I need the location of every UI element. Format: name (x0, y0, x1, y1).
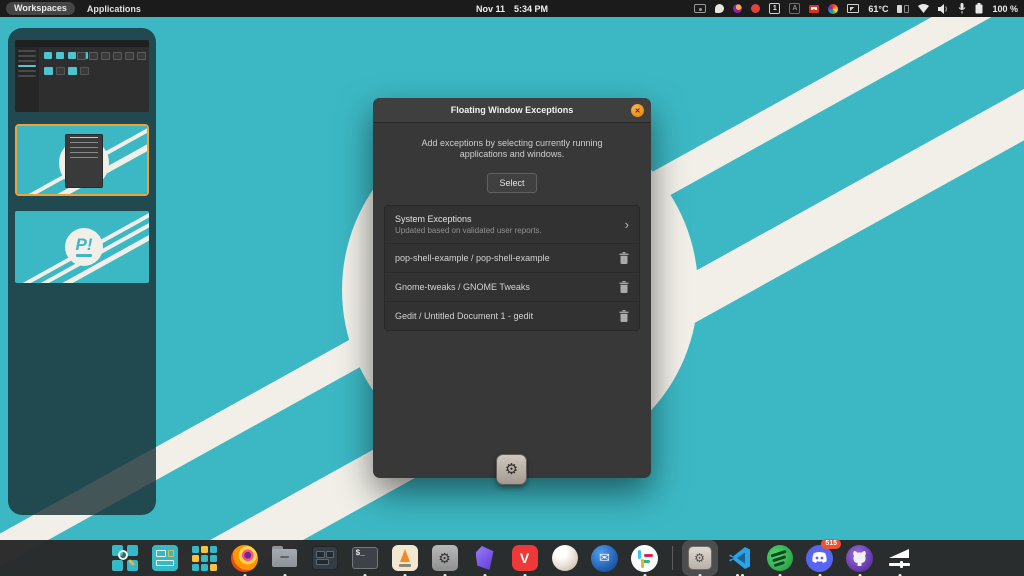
dock-item-settings-active[interactable]: ⚙ (681, 540, 718, 576)
trash-icon[interactable] (619, 281, 629, 293)
battery-label: 100 % (992, 3, 1018, 14)
dock-item-orb-app[interactable] (550, 543, 580, 573)
dock-item-slack[interactable] (630, 543, 660, 576)
files-icon (272, 546, 297, 567)
firefox-icon (231, 544, 258, 572)
dock-item-pop-tiling[interactable] (150, 543, 180, 573)
dock-item-app-grid[interactable] (190, 543, 220, 573)
dock-item-terminal[interactable]: $_ (350, 543, 380, 576)
workspaces-button[interactable]: Workspaces (6, 2, 75, 15)
system-exceptions-row[interactable]: System Exceptions Updated based on valid… (385, 206, 639, 243)
system-exceptions-title: System Exceptions (395, 214, 472, 224)
thunderbird-icon: ✉ (591, 544, 618, 572)
mail-tray-icon[interactable] (809, 4, 820, 13)
exception-label: Gedit / Untitled Document 1 - gedit (395, 311, 534, 321)
discord-icon: 515 (806, 538, 841, 572)
temperature-label: 61°C (868, 3, 889, 14)
floating-window-exceptions-dialog: Floating Window Exceptions ✕ Add excepti… (373, 98, 651, 478)
dock-item-thunderbird[interactable]: ✉ (590, 543, 620, 573)
dock-item-equalizer[interactable] (885, 543, 915, 576)
workspace-thumbnail-3[interactable]: P! (15, 211, 149, 283)
trash-icon[interactable] (619, 252, 629, 264)
dock-item-pop-shop[interactable] (390, 543, 420, 576)
workspace-thumbnail-2-active[interactable] (15, 124, 149, 196)
dialog-titlebar[interactable]: Floating Window Exceptions ✕ (373, 98, 651, 123)
tiling-windows-icon (151, 545, 178, 571)
dialog-title: Floating Window Exceptions (450, 105, 574, 115)
tray-app-icon[interactable] (733, 4, 743, 13)
battery-icon[interactable] (975, 3, 983, 14)
tiling-indicator-icon[interactable] (897, 4, 910, 13)
dock-item-pop-launcher[interactable] (110, 543, 140, 573)
notification-tray-icon[interactable] (751, 4, 761, 13)
dock-item-firefox[interactable] (230, 543, 260, 576)
dock-item-discord[interactable]: 515 (805, 538, 841, 576)
close-icon[interactable]: ✕ (631, 104, 644, 117)
workspace-switcher: P! (8, 28, 156, 515)
tilix-icon (311, 546, 338, 570)
pop-os-logo: P! (65, 228, 103, 266)
active-app-highlight (681, 540, 718, 576)
chevron-right-icon[interactable]: › (625, 218, 629, 231)
exceptions-list: System Exceptions Updated based on valid… (384, 205, 640, 331)
dock-item-vscode[interactable] (725, 543, 755, 576)
time-label: 5:34 PM (514, 3, 549, 14)
discord-badge: 515 (821, 538, 841, 549)
dock-item-tilix[interactable] (310, 543, 340, 573)
exception-row[interactable]: Gedit / Untitled Document 1 - gedit (385, 301, 639, 330)
equalizer-icon (887, 547, 913, 569)
volume-icon[interactable] (938, 3, 949, 14)
color-tray-icon[interactable] (828, 3, 839, 14)
input-method-indicator[interactable]: A (789, 3, 801, 14)
spotify-icon (763, 541, 796, 575)
exception-row[interactable]: pop-shell-example / pop-shell-example (385, 243, 639, 272)
desktop: Workspaces Applications Nov 11 5:34 PM 1… (0, 0, 1024, 576)
exception-label: pop-shell-example / pop-shell-example (395, 253, 550, 263)
dock-item-files[interactable] (270, 543, 300, 576)
dock-item-obsidian[interactable] (470, 543, 500, 576)
pop-launcher-icon (111, 545, 138, 571)
sensors-icon[interactable] (847, 4, 860, 13)
workspace-thumbnail-1[interactable] (15, 40, 149, 112)
settings-gear-icon: ⚙ (431, 545, 458, 571)
top-bar: Workspaces Applications Nov 11 5:34 PM 1… (0, 0, 1024, 17)
obsidian-gem-icon (475, 546, 494, 570)
dock: $_ ⚙ V ✉ ⚙ 515 (0, 538, 1024, 576)
system-exceptions-subtitle: Updated based on validated user reports. (395, 226, 542, 235)
mini-dialog (65, 134, 103, 188)
applications-button[interactable]: Applications (87, 4, 141, 14)
microphone-icon[interactable] (958, 3, 966, 14)
orb-app-icon (551, 545, 578, 571)
app-grid-icon (192, 545, 217, 571)
terminal-icon: $_ (351, 547, 378, 569)
keyboard-layout-indicator[interactable]: 1 (769, 3, 781, 14)
dock-item-settings[interactable]: ⚙ (430, 543, 460, 576)
dialog-instructions: Add exceptions by selecting currently ru… (421, 138, 603, 159)
exception-label: Gnome-tweaks / GNOME Tweaks (395, 282, 530, 292)
dock-item-github[interactable] (845, 543, 875, 576)
vscode-icon (728, 547, 750, 569)
dock-item-vivaldi[interactable]: V (510, 543, 540, 576)
gear-icon: ⚙ (504, 461, 519, 478)
exception-row[interactable]: Gnome-tweaks / GNOME Tweaks (385, 272, 639, 301)
trash-icon[interactable] (619, 310, 629, 322)
chat-tray-icon[interactable] (715, 4, 725, 13)
wifi-icon[interactable] (918, 4, 930, 13)
dock-separator (671, 546, 673, 570)
vivaldi-icon: V (511, 545, 538, 571)
github-octocat-icon (846, 544, 873, 572)
slack-icon (631, 544, 658, 572)
dock-item-spotify[interactable] (763, 541, 796, 576)
date-label: Nov 11 (475, 3, 505, 14)
select-button[interactable]: Select (487, 173, 537, 193)
screenshot-tray-icon[interactable] (694, 4, 707, 13)
pop-shop-icon (391, 545, 418, 571)
settings-launcher-button[interactable]: ⚙ (496, 454, 527, 485)
